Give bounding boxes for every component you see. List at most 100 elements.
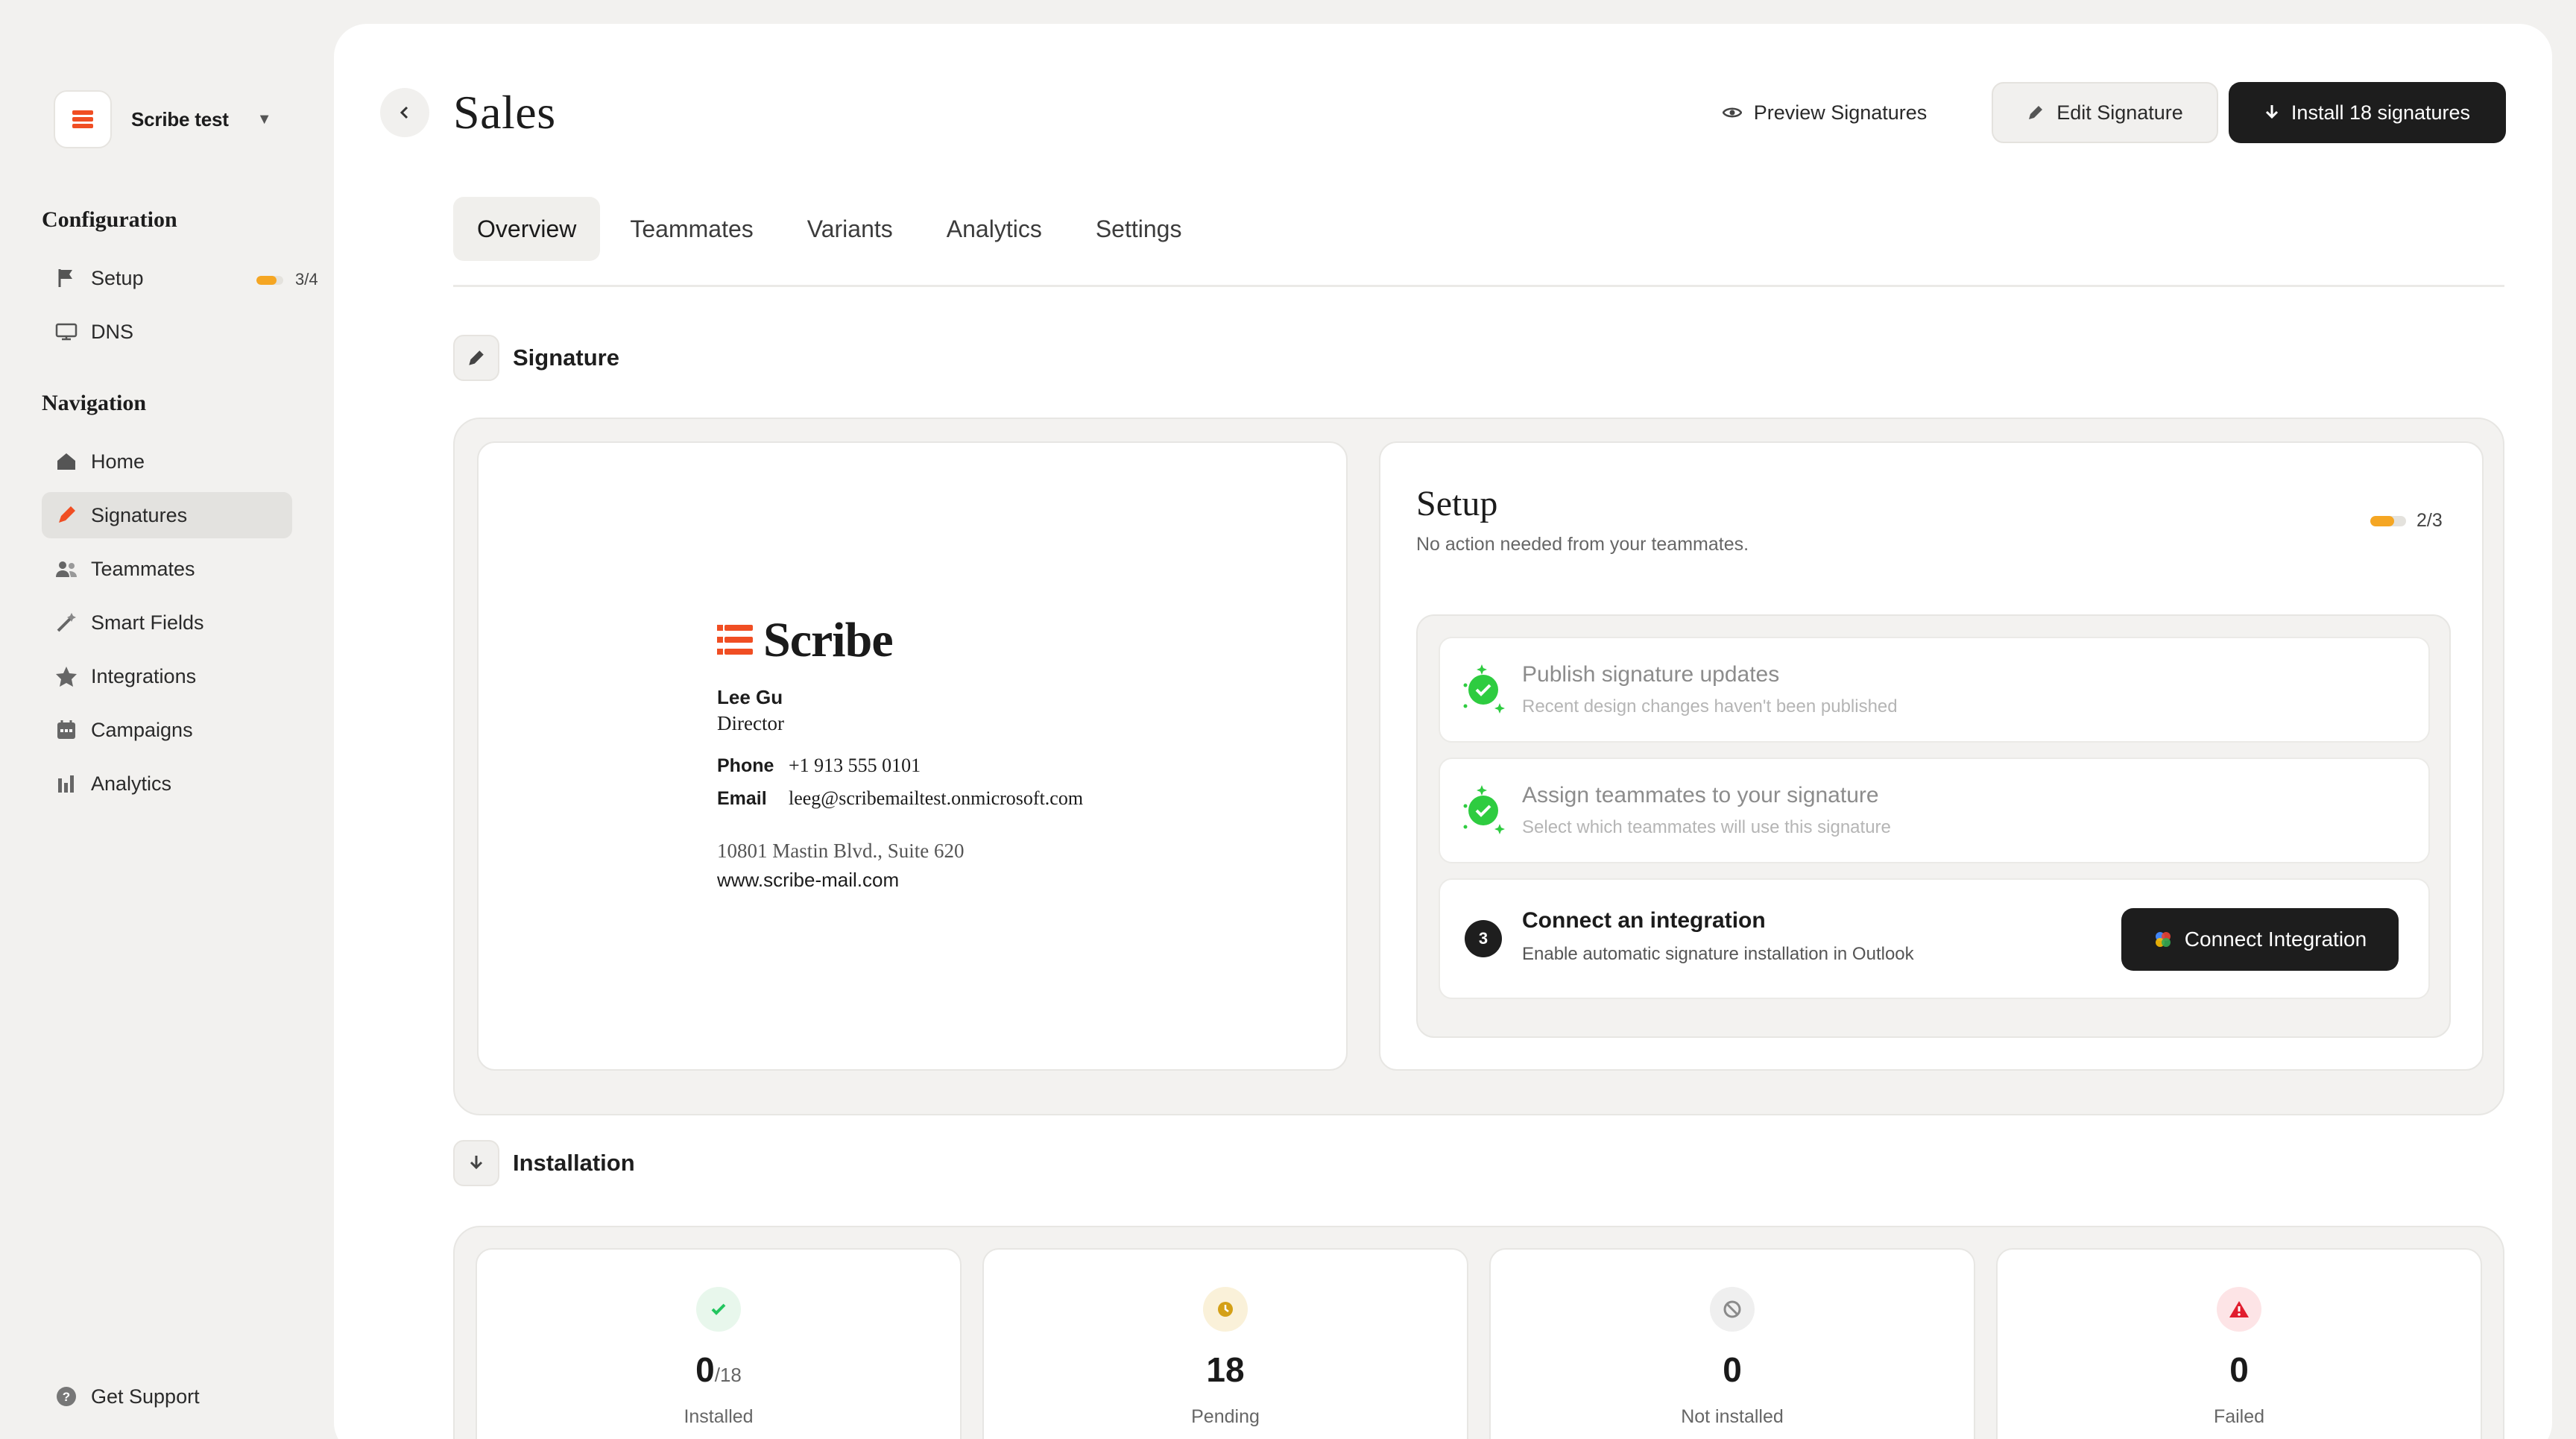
connect-integration-button[interactable]: Connect Integration: [2121, 908, 2399, 971]
tab-teammates[interactable]: Teammates: [606, 197, 777, 261]
email-value: leeg@scribemailtest.onmicrosoft.com: [789, 787, 1084, 809]
signature-card: Scribe Lee Gu Director Phone +1 913 555 …: [717, 613, 1083, 892]
stat-number: 0: [1723, 1350, 1742, 1389]
scribe-logo-icon: [717, 625, 753, 655]
setup-step-assign[interactable]: Assign teammates to your signature Selec…: [1439, 758, 2430, 863]
tab-settings[interactable]: Settings: [1072, 197, 1206, 261]
sidebar-item-campaigns[interactable]: Campaigns: [42, 707, 292, 753]
sidebar-item-analytics[interactable]: Analytics: [42, 761, 292, 807]
signature-brand: Scribe: [763, 613, 894, 667]
install-label: Install 18 signatures: [2291, 101, 2471, 124]
sidebar-item-label: Teammates: [91, 557, 195, 580]
help-icon: ?: [54, 1384, 79, 1409]
edit-signature-button[interactable]: Edit Signature: [1992, 82, 2218, 143]
stat-not-installed: 0 Not installed: [1489, 1248, 1975, 1439]
sidebar-item-setup[interactable]: Setup 3/4: [42, 255, 318, 301]
preview-label: Preview Signatures: [1753, 101, 1928, 124]
stat-label: Failed: [2213, 1406, 2265, 1427]
check-sparkle-icon: [1456, 663, 1510, 717]
configuration-heading: Configuration: [42, 207, 177, 232]
email-label: Email: [717, 788, 767, 809]
step-subtitle: Select which teammates will use this sig…: [1522, 817, 1891, 837]
back-button[interactable]: [380, 88, 429, 137]
dns-icon: [54, 319, 79, 344]
signature-job-title: Director: [717, 712, 784, 734]
check-circle-icon: [696, 1287, 741, 1332]
setup-progress-count: 2/3: [2416, 510, 2443, 531]
workspace-name: Scribe test: [131, 107, 229, 130]
signature-email-row: Email leeg@scribemailtest.onmicrosoft.co…: [717, 787, 1083, 810]
sidebar-item-label: Analytics: [91, 772, 172, 795]
stat-number: 0: [2229, 1350, 2249, 1389]
tab-bar: Overview Teammates Variants Analytics Se…: [453, 197, 1211, 261]
sidebar-item-signatures[interactable]: Signatures: [42, 492, 292, 538]
setup-steps: Publish signature updates Recent design …: [1416, 614, 2451, 1038]
calendar-icon: [54, 717, 79, 743]
signature-address: 10801 Mastin Blvd., Suite 620: [717, 840, 965, 862]
stat-pending: 18 Pending: [982, 1248, 1468, 1439]
stat-value: 0: [1998, 1350, 2481, 1390]
phone-label: Phone: [717, 755, 774, 776]
step-title: Publish signature updates: [1522, 662, 1780, 687]
signature-section-header: Signature: [453, 334, 619, 382]
tabs-divider: [453, 285, 2504, 287]
workspace-logo: [54, 90, 112, 148]
sidebar-item-home[interactable]: Home: [42, 438, 292, 485]
step-title: Assign teammates to your signature: [1522, 783, 1879, 807]
stat-suffix: /18: [714, 1364, 742, 1386]
stat-value: 18: [984, 1350, 1467, 1390]
setup-title: Setup: [1416, 484, 1498, 523]
page-title: Sales: [453, 86, 556, 139]
users-icon: [54, 556, 79, 582]
chevron-down-icon: ▼: [256, 110, 272, 127]
eye-icon: [1722, 106, 1742, 119]
setup-step-publish[interactable]: Publish signature updates Recent design …: [1439, 637, 2430, 743]
sidebar-item-integrations[interactable]: Integrations: [42, 653, 292, 699]
connect-label: Connect Integration: [2184, 928, 2367, 951]
pencil-icon: [453, 335, 499, 381]
get-support-link[interactable]: ? Get Support: [42, 1373, 292, 1420]
setup-subtitle: No action needed from your teammates.: [1416, 534, 1749, 555]
stat-label: Pending: [1191, 1406, 1260, 1427]
workspace-switcher[interactable]: Scribe test ▼: [54, 88, 292, 151]
flag-icon: [54, 265, 79, 291]
ban-icon: [1710, 1287, 1755, 1332]
sidebar-item-label: Smart Fields: [91, 611, 204, 634]
install-signatures-button[interactable]: Install 18 signatures: [2229, 82, 2506, 143]
sidebar-item-label: Home: [91, 450, 145, 473]
phone-value: +1 913 555 0101: [789, 755, 921, 776]
sidebar-item-label: Setup: [91, 266, 144, 289]
setup-step-connect: 3 Connect an integration Enable automati…: [1439, 878, 2430, 999]
clock-icon: [1203, 1287, 1248, 1332]
tab-analytics[interactable]: Analytics: [923, 197, 1066, 261]
sidebar-item-dns[interactable]: DNS: [42, 309, 292, 355]
stat-label: Installed: [684, 1406, 754, 1427]
step-subtitle: Recent design changes haven't been publi…: [1522, 696, 1898, 717]
sidebar-item-label: DNS: [91, 320, 134, 343]
sidebar-item-label: Campaigns: [91, 718, 193, 741]
step-subtitle: Enable automatic signature installation …: [1522, 944, 1914, 964]
support-label: Get Support: [91, 1385, 200, 1408]
signature-container: Scribe Lee Gu Director Phone +1 913 555 …: [453, 418, 2504, 1115]
preview-signatures-button[interactable]: Preview Signatures: [1713, 82, 1936, 143]
chevron-left-icon: [400, 106, 408, 119]
sidebar-item-smart-fields[interactable]: Smart Fields: [42, 599, 292, 646]
installation-section-header: Installation: [453, 1139, 635, 1187]
setup-progress-bar: [256, 276, 283, 285]
svg-text:?: ?: [63, 1390, 70, 1404]
home-icon: [54, 449, 79, 474]
sidebar-item-teammates[interactable]: Teammates: [42, 546, 292, 592]
warning-icon: [2217, 1287, 2261, 1332]
stat-failed: 0 Failed: [1996, 1248, 2482, 1439]
bar-chart-icon: [54, 771, 79, 796]
stat-label: Not installed: [1681, 1406, 1784, 1427]
tab-overview[interactable]: Overview: [453, 197, 601, 261]
setup-progress-bar: [2370, 516, 2406, 526]
download-icon: [2264, 104, 2279, 122]
tab-variants[interactable]: Variants: [783, 197, 917, 261]
setup-card: Setup No action needed from your teammat…: [1379, 441, 2484, 1071]
navigation-heading: Navigation: [42, 391, 147, 415]
stat-value: 0: [1491, 1350, 1974, 1390]
signature-preview: Scribe Lee Gu Director Phone +1 913 555 …: [477, 441, 1348, 1071]
stat-number: 18: [1206, 1350, 1245, 1389]
